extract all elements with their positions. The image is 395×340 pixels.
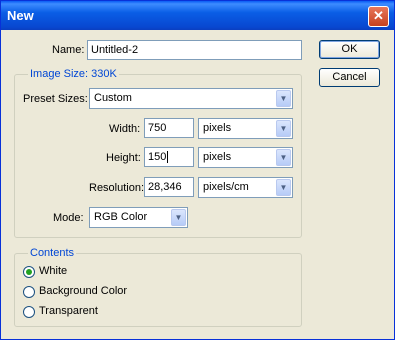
- name-label: Name:: [52, 44, 85, 56]
- chevron-down-icon[interactable]: ▼: [276, 90, 291, 107]
- width-label: Width:: [109, 123, 141, 135]
- preset-sizes-value: Custom: [94, 92, 132, 104]
- mode-value: RGB Color: [94, 211, 148, 223]
- resolution-unit-select[interactable]: pixels/cm ▼: [198, 177, 293, 198]
- contents-title: Contents: [28, 247, 77, 259]
- resolution-label: Resolution:: [89, 182, 145, 194]
- mode-select[interactable]: RGB Color ▼: [89, 207, 188, 228]
- width-input[interactable]: 750: [144, 118, 194, 138]
- cancel-button[interactable]: Cancel: [319, 68, 380, 87]
- height-input[interactable]: 150: [144, 147, 194, 167]
- ok-button[interactable]: OK: [319, 40, 380, 59]
- title-bar[interactable]: New ✕: [1, 1, 394, 30]
- transparent-radio[interactable]: [23, 306, 35, 318]
- preset-sizes-select[interactable]: Custom ▼: [89, 88, 293, 109]
- text-cursor: [167, 151, 169, 164]
- chevron-down-icon[interactable]: ▼: [276, 120, 291, 137]
- dialog-title: New: [7, 8, 34, 23]
- image-size-title: Image Size: 330K: [28, 68, 119, 80]
- height-unit-select[interactable]: pixels ▼: [198, 147, 293, 168]
- transparent-option-label[interactable]: Transparent: [39, 305, 98, 317]
- background-color-option-label[interactable]: Background Color: [39, 285, 127, 297]
- width-unit-value: pixels: [203, 122, 232, 134]
- height-label: Height:: [106, 152, 141, 164]
- width-unit-select[interactable]: pixels ▼: [198, 118, 293, 139]
- resolution-unit-value: pixels/cm: [203, 181, 249, 193]
- chevron-down-icon[interactable]: ▼: [276, 149, 291, 166]
- name-input[interactable]: Untitled-2: [87, 40, 302, 60]
- preset-sizes-label: Preset Sizes:: [23, 93, 88, 105]
- close-icon[interactable]: ✕: [368, 6, 389, 27]
- chevron-down-icon[interactable]: ▼: [171, 209, 186, 226]
- mode-label: Mode:: [53, 212, 84, 224]
- height-unit-value: pixels: [203, 151, 232, 163]
- chevron-down-icon[interactable]: ▼: [276, 179, 291, 196]
- height-value: 150: [148, 151, 167, 163]
- new-document-dialog: New ✕ Name: Untitled-2 OK Cancel Image S…: [0, 0, 395, 340]
- white-radio[interactable]: [23, 266, 35, 278]
- radio-selected-dot: [26, 269, 32, 275]
- white-option-label[interactable]: White: [39, 265, 67, 277]
- resolution-input[interactable]: 28,346: [144, 177, 194, 197]
- background-color-radio[interactable]: [23, 286, 35, 298]
